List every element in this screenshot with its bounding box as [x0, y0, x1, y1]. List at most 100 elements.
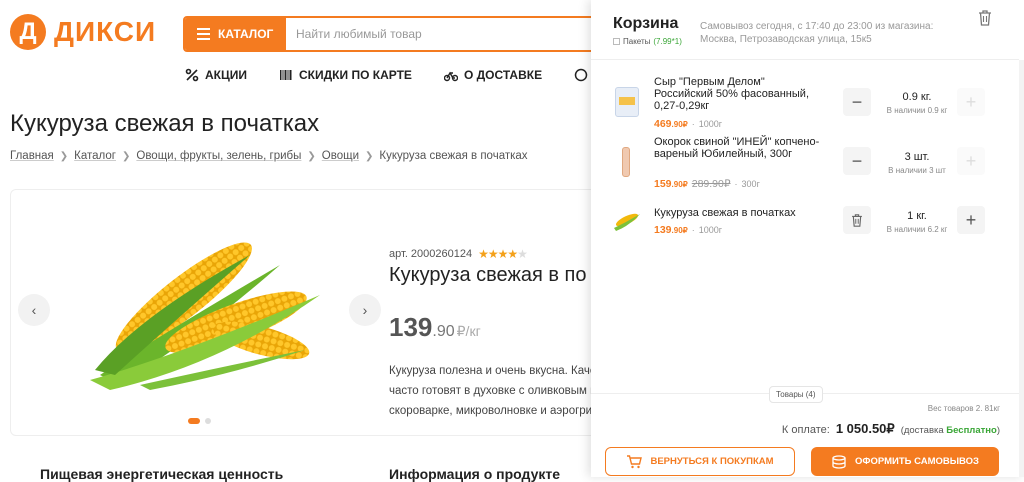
- breadcrumb-item[interactable]: Овощи, фрукты, зелень, грибы: [136, 150, 301, 162]
- item-name[interactable]: Окорок свиной "ИНЕЙ" копчено-вареный Юби…: [654, 136, 824, 160]
- increase-button[interactable]: +: [957, 147, 985, 175]
- chevron-right-icon: ❯: [121, 150, 131, 162]
- cart-panel: Корзина Пакеты (7.99*1) Самовывоз сегодн…: [591, 0, 1024, 477]
- item-name[interactable]: Кукуруза свежая в початках: [654, 207, 824, 219]
- item-unit: 1000г: [698, 119, 723, 129]
- item-price-current: 469.90₽: [654, 118, 688, 130]
- breadcrumb: Главная ❯ Каталог ❯ Овощи, фрукты, зелен…: [10, 150, 528, 162]
- back-label: ВЕРНУТЬСЯ К ПОКУПКАМ: [650, 456, 774, 467]
- order-label: ОФОРМИТЬ САМОВЫВОЗ: [854, 456, 980, 467]
- info-icon: [574, 68, 588, 82]
- separator-dot: ·: [691, 225, 695, 235]
- cart-total: К оплате: 1 050.50₽ (доставка Бесплатно): [782, 421, 1000, 437]
- item-availability: В наличии 3 шт: [888, 166, 946, 175]
- item-quantity: 3 шт.: [904, 151, 930, 163]
- price-int: 469: [654, 118, 672, 130]
- item-quantity: 1 кг.: [907, 210, 927, 222]
- breadcrumb-item[interactable]: Каталог: [74, 150, 116, 162]
- chevron-right-icon: ❯: [307, 150, 316, 162]
- catalog-button[interactable]: КАТАЛОГ: [185, 18, 286, 50]
- cart-item: Сыр "Первым Делом" Российский 50% фасова…: [591, 72, 1019, 132]
- gallery-dot[interactable]: [205, 418, 211, 424]
- chevron-left-icon: ‹: [31, 302, 37, 318]
- checkout-pickup-button[interactable]: ОФОРМИТЬ САМОВЫВОЗ: [811, 447, 999, 476]
- minus-icon: −: [851, 91, 863, 112]
- section-heading-nutrition: Пищевая энергетическая ценность: [40, 466, 284, 482]
- logo-text: ДИКСИ: [54, 16, 157, 47]
- description-line: Кукуруза полезна и очень вкусна. Каче: [389, 365, 597, 377]
- price-frac: .90₽: [671, 120, 688, 129]
- chevron-right-icon: ›: [362, 302, 368, 318]
- description-line: скороварке, микроволновке и аэрогри: [389, 405, 593, 417]
- price-int: 139: [654, 224, 672, 236]
- search-bar: КАТАЛОГ: [183, 16, 603, 52]
- scrollbar[interactable]: [1019, 60, 1024, 477]
- price-frac: .90₽: [671, 226, 688, 235]
- price-unit: ₽/кг: [456, 323, 481, 339]
- item-thumbnail[interactable]: [615, 87, 639, 117]
- gallery-next-button[interactable]: ›: [349, 294, 381, 326]
- item-unit: 1000г: [698, 225, 723, 235]
- product-name: Кукуруза свежая в по: [389, 264, 587, 286]
- checkbox-icon[interactable]: [613, 38, 620, 45]
- nav-item-delivery[interactable]: О ДОСТАВКЕ: [443, 68, 542, 82]
- gallery-dot[interactable]: [188, 418, 200, 424]
- gallery-prev-button[interactable]: ‹: [18, 294, 50, 326]
- bags-option[interactable]: Пакеты (7.99*1): [613, 37, 682, 46]
- item-price: 159.90₽ 289.90₽ · 300г: [654, 178, 760, 190]
- breadcrumb-current: Кукуруза свежая в початках: [379, 150, 528, 162]
- increase-button[interactable]: +: [957, 88, 985, 116]
- bicycle-icon: [443, 71, 458, 82]
- section-heading-info: Информация о продукте: [389, 466, 561, 482]
- nav-item-sales[interactable]: АКЦИИ: [185, 68, 247, 82]
- rating-stars[interactable]: ★★★★★: [478, 247, 528, 261]
- cart-weight: Вес товаров 2. 81кг: [927, 404, 1000, 413]
- item-thumbnail[interactable]: [622, 147, 630, 177]
- catalog-label: КАТАЛОГ: [218, 27, 274, 41]
- product-image: [90, 242, 320, 390]
- product-sku-row: арт. 2000260124 ★★★★★: [389, 247, 528, 261]
- goods-count-badge[interactable]: Товары (4): [769, 386, 823, 403]
- increase-button[interactable]: +: [957, 206, 985, 234]
- barcode-icon: [280, 70, 292, 80]
- total-amount: 1 050.50₽: [835, 421, 895, 436]
- separator-dot: ·: [734, 179, 738, 189]
- nav-item-card-discounts[interactable]: СКИДКИ ПО КАРТЕ: [279, 68, 412, 82]
- back-to-shopping-button[interactable]: ВЕРНУТЬСЯ К ПОКУПКАМ: [605, 447, 795, 476]
- cart-item: Окорок свиной "ИНЕЙ" копчено-вареный Юби…: [591, 133, 1019, 193]
- chevron-right-icon: ❯: [365, 150, 374, 162]
- nav-label: АКЦИИ: [205, 68, 248, 82]
- delivery-info: (доставка Бесплатно): [901, 425, 1000, 436]
- bags-price: (7.99*1): [653, 37, 682, 46]
- item-availability: В наличии 6.2 кг: [886, 225, 948, 234]
- percent-icon: [185, 68, 199, 82]
- pickup-info: Самовывоз сегодня, с 17:40 до 23:00 из м…: [700, 21, 934, 45]
- item-price-current: 159.90₽: [654, 178, 688, 190]
- clear-cart-trash-icon[interactable]: [978, 10, 992, 26]
- logo[interactable]: Д ДИКСИ: [10, 14, 156, 50]
- remove-item-button[interactable]: [843, 206, 871, 234]
- delivery-suffix: ): [996, 425, 1000, 436]
- search-input[interactable]: [286, 18, 601, 50]
- breadcrumb-item[interactable]: Главная: [10, 150, 54, 162]
- plus-icon: +: [965, 150, 977, 171]
- decrease-button[interactable]: −: [843, 88, 871, 116]
- description-line: часто готовят в духовке с оливковым м: [389, 385, 599, 397]
- item-name[interactable]: Сыр "Первым Делом" Российский 50% фасова…: [654, 76, 824, 112]
- plus-icon: +: [965, 91, 977, 112]
- cart-icon: [627, 454, 643, 468]
- separator-dot: ·: [691, 119, 695, 129]
- total-label: К оплате:: [781, 424, 830, 436]
- trash-icon: [852, 213, 862, 227]
- gallery-dots: [188, 418, 211, 424]
- product-price: 139 .90 ₽/кг: [389, 312, 481, 343]
- menu-icon: [197, 28, 210, 40]
- bags-label: Пакеты: [623, 37, 651, 46]
- item-quantity: 0.9 кг.: [902, 91, 932, 103]
- logo-mark: Д: [10, 14, 46, 50]
- price-int: 159: [654, 178, 672, 190]
- breadcrumb-item[interactable]: Овощи: [322, 150, 359, 162]
- main-nav: АКЦИИ СКИДКИ ПО КАРТЕ О ДОСТАВКЕ ВО: [185, 68, 612, 82]
- decrease-button[interactable]: −: [843, 147, 871, 175]
- item-thumbnail[interactable]: [613, 210, 641, 232]
